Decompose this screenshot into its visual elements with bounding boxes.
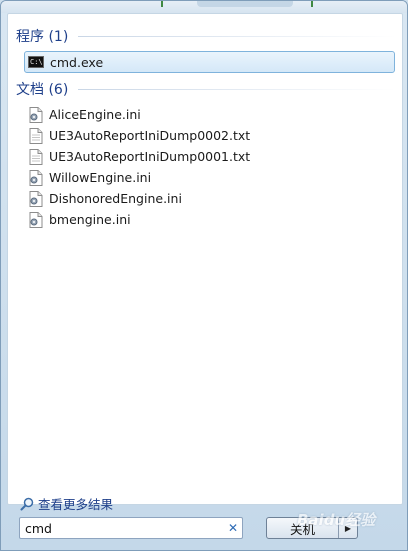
- search-results-pane: 程序 (1) C:\ cmd.exe 文档 (6) AliceEngine.in…: [7, 13, 403, 512]
- result-item-label: UE3AutoReportIniDump0002.txt: [49, 128, 251, 143]
- search-input[interactable]: [20, 519, 224, 537]
- group-title: 程序 (1): [16, 29, 69, 45]
- clear-search-icon[interactable]: ✕: [224, 521, 242, 535]
- text-file-icon: [29, 127, 43, 144]
- result-item-document[interactable]: bmengine.ini: [26, 209, 396, 230]
- config-file-icon: [29, 190, 43, 207]
- shutdown-button-group: 关机 ▶: [266, 517, 358, 539]
- result-item-document[interactable]: DishonoredEngine.ini: [26, 188, 396, 209]
- result-item-label: UE3AutoReportIniDump0001.txt: [49, 149, 251, 164]
- edge-mark: [161, 1, 163, 7]
- result-item-label: cmd.exe: [50, 54, 104, 70]
- result-item-document[interactable]: UE3AutoReportIniDump0001.txt: [26, 146, 396, 167]
- group-header-documents[interactable]: 文档 (6): [16, 78, 396, 100]
- shutdown-button[interactable]: 关机: [267, 518, 339, 538]
- shutdown-options-arrow-icon[interactable]: ▶: [339, 518, 357, 538]
- result-item-document[interactable]: AliceEngine.ini: [26, 104, 396, 125]
- result-item-label: WillowEngine.ini: [49, 170, 152, 185]
- group-divider: [78, 35, 396, 37]
- config-file-icon: [29, 169, 43, 186]
- see-more-results-link[interactable]: 查看更多结果: [20, 494, 113, 513]
- config-file-icon: [29, 211, 43, 228]
- text-file-icon: [29, 148, 43, 165]
- see-more-results-label: 查看更多结果: [38, 497, 114, 512]
- result-item-label: DishonoredEngine.ini: [49, 191, 182, 206]
- result-item-document[interactable]: UE3AutoReportIniDump0002.txt: [26, 125, 396, 146]
- start-menu-window: 程序 (1) C:\ cmd.exe 文档 (6) AliceEngine.in…: [0, 0, 408, 551]
- group-title: 文档 (6): [16, 82, 69, 98]
- edge-mark: [311, 1, 313, 7]
- group-divider: [78, 88, 396, 90]
- group-header-programs[interactable]: 程序 (1): [16, 25, 396, 47]
- title-strip: [197, 1, 293, 7]
- cmd-icon: C:\: [28, 56, 44, 68]
- magnifier-icon: [20, 497, 34, 510]
- taskbar-edge: [1, 1, 407, 13]
- result-item-label: AliceEngine.ini: [49, 107, 141, 122]
- result-item-document[interactable]: WillowEngine.ini: [26, 167, 396, 188]
- search-box[interactable]: ✕: [19, 517, 243, 539]
- result-item-cmd[interactable]: C:\ cmd.exe: [24, 51, 395, 73]
- config-file-icon: [29, 106, 43, 123]
- result-item-label: bmengine.ini: [49, 212, 131, 227]
